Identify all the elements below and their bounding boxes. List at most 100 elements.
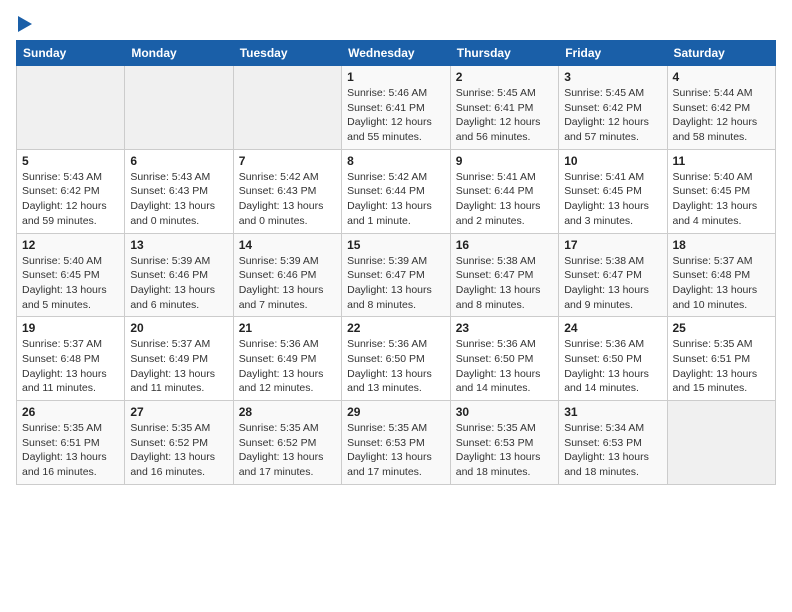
day-info: Sunrise: 5:41 AM Sunset: 6:45 PM Dayligh… [564,170,661,229]
calendar-cell: 8 Sunrise: 5:42 AM Sunset: 6:44 PM Daylig… [342,149,451,233]
day-info: Sunrise: 5:36 AM Sunset: 6:50 PM Dayligh… [564,337,661,396]
day-number: 9 [456,154,553,168]
calendar-cell: 7 Sunrise: 5:42 AM Sunset: 6:43 PM Daylig… [233,149,341,233]
day-number: 24 [564,321,661,335]
calendar-cell: 14Sunrise: 5:39 AM Sunset: 6:46 PM Dayli… [233,233,341,317]
day-info: Sunrise: 5:36 AM Sunset: 6:50 PM Dayligh… [347,337,445,396]
day-info: Sunrise: 5:36 AM Sunset: 6:50 PM Dayligh… [456,337,553,396]
day-info: Sunrise: 5:39 AM Sunset: 6:46 PM Dayligh… [130,254,227,313]
day-info: Sunrise: 5:39 AM Sunset: 6:46 PM Dayligh… [239,254,336,313]
day-info: Sunrise: 5:35 AM Sunset: 6:53 PM Dayligh… [347,421,445,480]
calendar-cell: 12Sunrise: 5:40 AM Sunset: 6:45 PM Dayli… [17,233,125,317]
day-number: 7 [239,154,336,168]
day-number: 25 [673,321,771,335]
calendar-cell: 31 Sunrise: 5:34 AM Sunset: 6:53 PM Dayli… [559,401,667,485]
day-number: 19 [22,321,119,335]
day-info: Sunrise: 5:35 AM Sunset: 6:52 PM Dayligh… [130,421,227,480]
calendar-cell: 23 Sunrise: 5:36 AM Sunset: 6:50 PM Dayli… [450,317,558,401]
calendar-cell: 4 Sunrise: 5:44 AM Sunset: 6:42 PM Daylig… [667,66,776,150]
calendar-cell: 21 Sunrise: 5:36 AM Sunset: 6:49 PM Dayli… [233,317,341,401]
day-info: Sunrise: 5:38 AM Sunset: 6:47 PM Dayligh… [456,254,553,313]
day-info: Sunrise: 5:36 AM Sunset: 6:49 PM Dayligh… [239,337,336,396]
day-number: 4 [673,70,771,84]
calendar-cell: 6Sunrise: 5:43 AM Sunset: 6:43 PM Daylig… [125,149,233,233]
calendar-cell: 25 Sunrise: 5:35 AM Sunset: 6:51 PM Dayli… [667,317,776,401]
calendar-cell [667,401,776,485]
calendar-cell: 22Sunrise: 5:36 AM Sunset: 6:50 PM Dayli… [342,317,451,401]
day-number: 18 [673,238,771,252]
day-info: Sunrise: 5:42 AM Sunset: 6:44 PM Dayligh… [347,170,445,229]
calendar-cell: 10 Sunrise: 5:41 AM Sunset: 6:45 PM Dayli… [559,149,667,233]
day-number: 5 [22,154,119,168]
day-info: Sunrise: 5:45 AM Sunset: 6:41 PM Dayligh… [456,86,553,145]
calendar-cell: 2 Sunrise: 5:45 AM Sunset: 6:41 PM Daylig… [450,66,558,150]
day-number: 1 [347,70,445,84]
calendar-cell: 30 Sunrise: 5:35 AM Sunset: 6:53 PM Dayli… [450,401,558,485]
day-info: Sunrise: 5:35 AM Sunset: 6:51 PM Dayligh… [673,337,771,396]
calendar-cell: 9 Sunrise: 5:41 AM Sunset: 6:44 PM Daylig… [450,149,558,233]
week-row-1: 1 Sunrise: 5:46 AM Sunset: 6:41 PM Daylig… [17,66,776,150]
week-row-4: 19 Sunrise: 5:37 AM Sunset: 6:48 PM Dayli… [17,317,776,401]
day-number: 11 [673,154,771,168]
day-number: 31 [564,405,661,419]
day-info: Sunrise: 5:35 AM Sunset: 6:51 PM Dayligh… [22,421,119,480]
week-row-2: 5 Sunrise: 5:43 AM Sunset: 6:42 PM Daylig… [17,149,776,233]
day-number: 16 [456,238,553,252]
calendar-cell [125,66,233,150]
day-info: Sunrise: 5:40 AM Sunset: 6:45 PM Dayligh… [673,170,771,229]
week-row-3: 12Sunrise: 5:40 AM Sunset: 6:45 PM Dayli… [17,233,776,317]
calendar-cell: 5 Sunrise: 5:43 AM Sunset: 6:42 PM Daylig… [17,149,125,233]
calendar-cell: 19 Sunrise: 5:37 AM Sunset: 6:48 PM Dayli… [17,317,125,401]
day-info: Sunrise: 5:37 AM Sunset: 6:49 PM Dayligh… [130,337,227,396]
calendar-cell: 3 Sunrise: 5:45 AM Sunset: 6:42 PM Daylig… [559,66,667,150]
day-number: 8 [347,154,445,168]
calendar-cell: 16 Sunrise: 5:38 AM Sunset: 6:47 PM Dayli… [450,233,558,317]
day-number: 12 [22,238,119,252]
day-info: Sunrise: 5:39 AM Sunset: 6:47 PM Dayligh… [347,254,445,313]
header [16,16,776,32]
calendar-cell: 15 Sunrise: 5:39 AM Sunset: 6:47 PM Dayli… [342,233,451,317]
day-number: 27 [130,405,227,419]
calendar-cell: 13 Sunrise: 5:39 AM Sunset: 6:46 PM Dayli… [125,233,233,317]
column-header-friday: Friday [559,41,667,66]
calendar-cell: 11 Sunrise: 5:40 AM Sunset: 6:45 PM Dayli… [667,149,776,233]
calendar-cell: 24 Sunrise: 5:36 AM Sunset: 6:50 PM Dayli… [559,317,667,401]
day-number: 13 [130,238,227,252]
day-info: Sunrise: 5:34 AM Sunset: 6:53 PM Dayligh… [564,421,661,480]
day-number: 3 [564,70,661,84]
calendar-cell: 26Sunrise: 5:35 AM Sunset: 6:51 PM Dayli… [17,401,125,485]
calendar-cell: 20Sunrise: 5:37 AM Sunset: 6:49 PM Dayli… [125,317,233,401]
day-number: 17 [564,238,661,252]
column-header-monday: Monday [125,41,233,66]
day-info: Sunrise: 5:45 AM Sunset: 6:42 PM Dayligh… [564,86,661,145]
day-info: Sunrise: 5:41 AM Sunset: 6:44 PM Dayligh… [456,170,553,229]
day-info: Sunrise: 5:38 AM Sunset: 6:47 PM Dayligh… [564,254,661,313]
logo [16,16,32,32]
calendar-cell [17,66,125,150]
day-info: Sunrise: 5:43 AM Sunset: 6:42 PM Dayligh… [22,170,119,229]
day-number: 21 [239,321,336,335]
day-info: Sunrise: 5:37 AM Sunset: 6:48 PM Dayligh… [22,337,119,396]
day-info: Sunrise: 5:42 AM Sunset: 6:43 PM Dayligh… [239,170,336,229]
column-header-sunday: Sunday [17,41,125,66]
day-number: 23 [456,321,553,335]
day-number: 29 [347,405,445,419]
day-info: Sunrise: 5:35 AM Sunset: 6:53 PM Dayligh… [456,421,553,480]
day-number: 28 [239,405,336,419]
logo-arrow-icon [18,16,32,32]
day-info: Sunrise: 5:43 AM Sunset: 6:43 PM Dayligh… [130,170,227,229]
day-number: 10 [564,154,661,168]
column-header-thursday: Thursday [450,41,558,66]
day-info: Sunrise: 5:37 AM Sunset: 6:48 PM Dayligh… [673,254,771,313]
day-info: Sunrise: 5:35 AM Sunset: 6:52 PM Dayligh… [239,421,336,480]
calendar-cell [233,66,341,150]
day-number: 30 [456,405,553,419]
week-row-5: 26Sunrise: 5:35 AM Sunset: 6:51 PM Dayli… [17,401,776,485]
calendar-header-row: SundayMondayTuesdayWednesdayThursdayFrid… [17,41,776,66]
day-info: Sunrise: 5:46 AM Sunset: 6:41 PM Dayligh… [347,86,445,145]
column-header-tuesday: Tuesday [233,41,341,66]
calendar-cell: 28 Sunrise: 5:35 AM Sunset: 6:52 PM Dayli… [233,401,341,485]
day-number: 2 [456,70,553,84]
day-info: Sunrise: 5:44 AM Sunset: 6:42 PM Dayligh… [673,86,771,145]
day-number: 15 [347,238,445,252]
